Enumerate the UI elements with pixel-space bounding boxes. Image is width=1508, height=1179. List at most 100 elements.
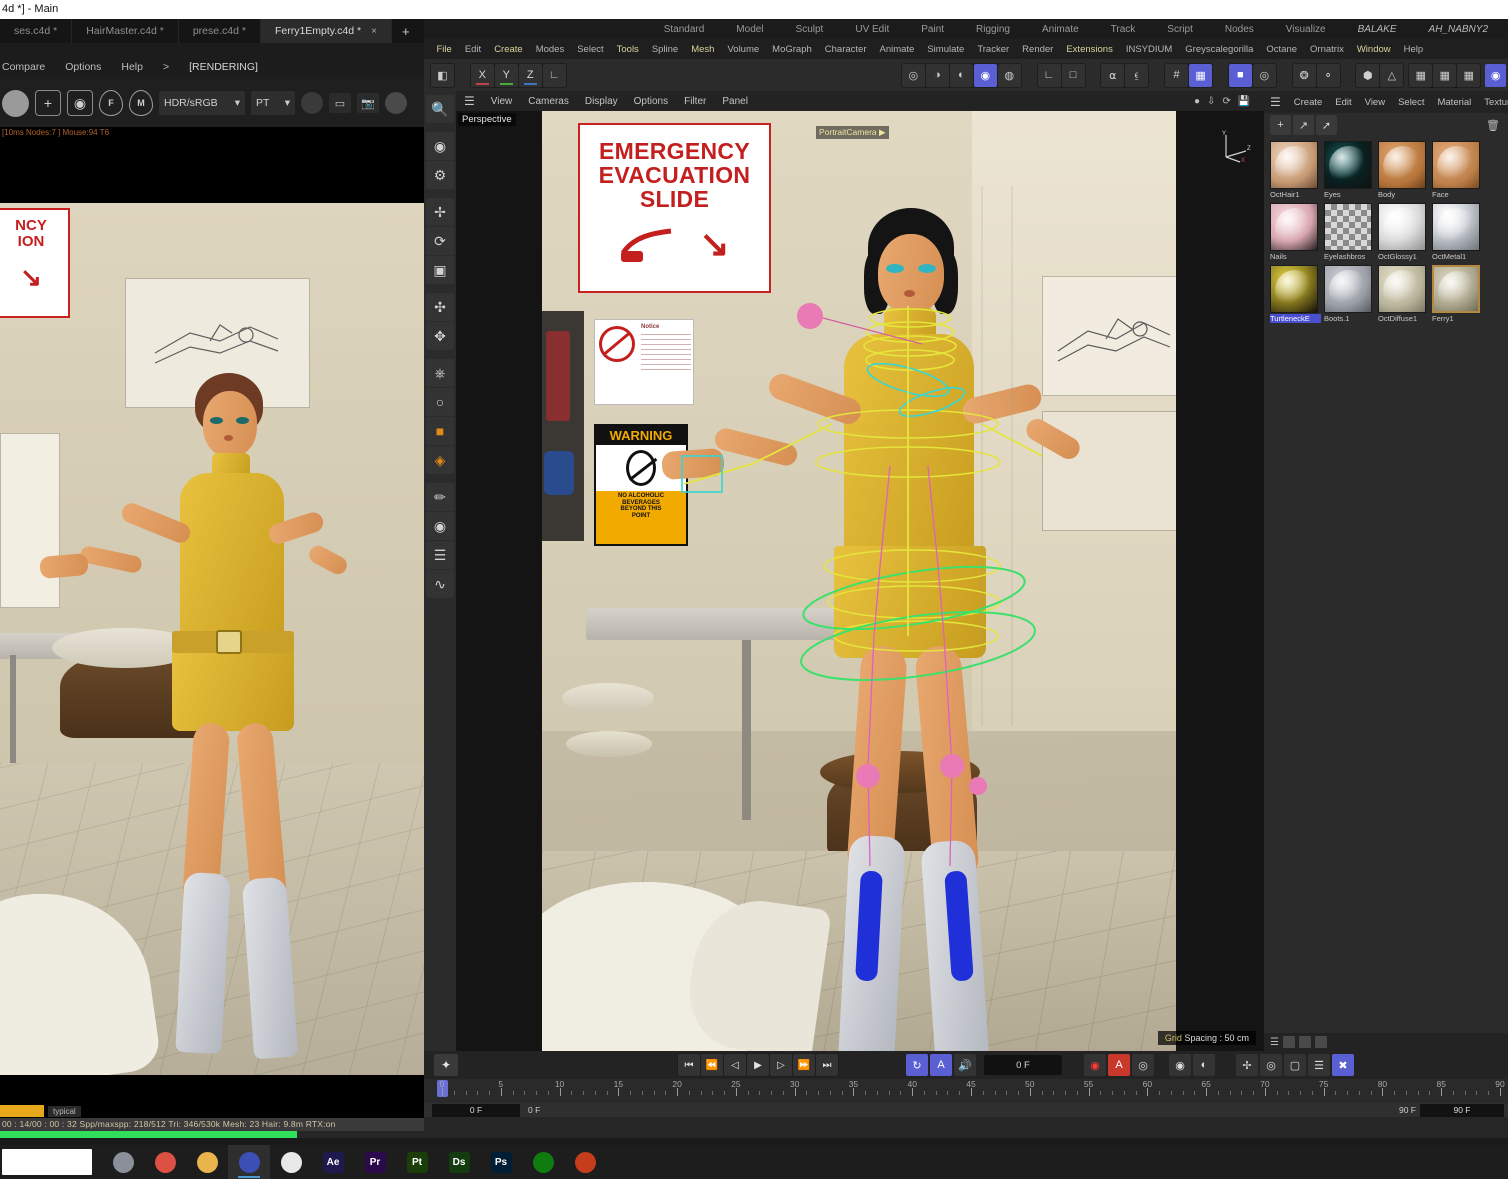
lock-y-axis-button[interactable]: Y — [494, 63, 518, 87]
hamburger-icon[interactable]: ☰ — [1270, 95, 1281, 109]
taskbar-powerpoint-icon[interactable] — [564, 1145, 606, 1179]
save-render-button[interactable]: ◉ — [67, 90, 93, 116]
menu-simulate[interactable]: Simulate — [921, 44, 971, 55]
menu-modes[interactable]: Modes — [529, 44, 571, 55]
attributes-icon[interactable]: ▦ — [1457, 63, 1481, 87]
material-item[interactable]: OctHair1 — [1270, 141, 1321, 199]
spline-pen-icon[interactable]: ⎈ — [426, 359, 454, 387]
spline-draw-icon[interactable]: ∿ — [426, 570, 454, 598]
region-render-icon[interactable] — [301, 92, 323, 114]
material-item[interactable]: OctMetal1 — [1432, 203, 1483, 261]
menu-octane[interactable]: Octane — [1260, 44, 1304, 55]
enable-axis-icon[interactable]: ∟ — [1037, 63, 1061, 87]
knife-icon[interactable]: ☰ — [426, 541, 454, 569]
colorspace-dropdown[interactable]: HDR/sRGB ▾ — [159, 91, 245, 115]
texture-axis-icon[interactable]: □ — [1061, 63, 1085, 87]
soft-selection-icon[interactable]: ✥ — [426, 322, 454, 350]
download-icon[interactable]: ⇩ — [1207, 96, 1215, 107]
delete-material-icon[interactable]: 🗑 — [1484, 116, 1502, 134]
taskbar-after-effects-icon[interactable]: Ae — [312, 1145, 354, 1179]
polygon-mode-icon[interactable]: ◐ — [949, 63, 973, 87]
kernel-dropdown[interactable]: PT ▾ — [251, 91, 295, 115]
menu-animate[interactable]: Animate — [873, 44, 921, 55]
lock-z-axis-button[interactable]: Z — [518, 63, 542, 87]
scale-tool-icon[interactable]: ▣ — [426, 256, 454, 284]
viewport-menu-panel[interactable]: Panel — [722, 96, 748, 107]
lock-resolution-icon[interactable] — [385, 92, 407, 114]
viewport-menu-filter[interactable]: Filter — [684, 96, 706, 107]
auto-keying-icon[interactable]: A — [930, 1054, 952, 1076]
close-icon[interactable]: × — [371, 26, 377, 37]
layout-tab-balake[interactable]: BALAKE — [1342, 24, 1413, 35]
material-item[interactable]: Eyes — [1324, 141, 1375, 199]
menu-mograph[interactable]: MoGraph — [766, 44, 819, 55]
model-mode-icon[interactable]: ◉ — [973, 63, 997, 87]
point-move-icon[interactable]: ✣ — [426, 293, 454, 321]
material-preview-swatch[interactable] — [1378, 203, 1426, 251]
color-swatch-orange-icon[interactable]: ■ — [426, 417, 454, 445]
menu-insydium[interactable]: INSYDIUM — [1119, 44, 1178, 55]
layout-tab-sculpt[interactable]: Sculpt — [780, 24, 840, 35]
previous-frame-button[interactable]: ◁ — [724, 1054, 746, 1076]
material-item[interactable]: Nails — [1270, 203, 1321, 261]
mm-menu-create[interactable]: Create — [1294, 97, 1323, 108]
mm-menu-view[interactable]: View — [1365, 97, 1385, 108]
render-settings-icon[interactable]: ◎ — [1252, 63, 1276, 87]
keyframe-selection-icon[interactable]: ◎ — [1132, 1054, 1154, 1076]
octane-tab-0[interactable]: ses.c4d * — [0, 19, 73, 43]
material-item[interactable]: Ferry1 — [1432, 265, 1483, 323]
material-preview-swatch[interactable] — [1270, 203, 1318, 251]
mm-menu-texture[interactable]: Texture — [1484, 97, 1508, 108]
menu-mesh[interactable]: Mesh — [685, 44, 721, 55]
refresh-icon[interactable]: ⟳ — [1222, 96, 1230, 107]
workplane-icon[interactable]: ▦ — [1189, 63, 1213, 87]
preview-end-field[interactable]: 90 F — [1420, 1103, 1504, 1117]
material-item[interactable]: Eyelashbros — [1324, 203, 1375, 261]
taskbar-painter-icon[interactable]: Pt — [396, 1145, 438, 1179]
layout-tab-standard[interactable]: Standard — [648, 24, 721, 35]
camera-icon[interactable]: 📷 — [357, 93, 379, 113]
octane-tab-2[interactable]: prese.c4d * — [179, 19, 261, 43]
array-icon[interactable]: ⚬ — [1316, 63, 1340, 87]
current-frame-field[interactable]: 0 F — [984, 1055, 1062, 1075]
taskbar-designer-icon[interactable]: Ds — [438, 1145, 480, 1179]
material-preview-swatch[interactable] — [1432, 141, 1480, 189]
viewport-menu-view[interactable]: View — [491, 96, 513, 107]
material-item[interactable]: OctDiffuse1 — [1378, 265, 1429, 323]
eyedropper-icon[interactable]: ➚ — [1316, 115, 1337, 135]
apply-material-icon[interactable]: ↗ — [1293, 115, 1314, 135]
loop-playback-icon[interactable]: ↻ — [906, 1054, 928, 1076]
taskbar-xbox-icon[interactable] — [522, 1145, 564, 1179]
material-item[interactable]: OctGlossy1 — [1378, 203, 1429, 261]
material-item[interactable]: TurtleneckE — [1270, 265, 1321, 323]
symmetry-icon[interactable]: ❂ — [1292, 63, 1316, 87]
record-active-objects-icon[interactable]: ◉ — [1084, 1054, 1106, 1076]
grid-snap-icon[interactable]: # — [1165, 63, 1189, 87]
menu-greyscalegorilla[interactable]: Greyscalegorilla — [1179, 44, 1260, 55]
sound-icon[interactable]: 🔊 — [954, 1054, 976, 1076]
menu-file[interactable]: File — [430, 44, 458, 55]
layout-tab-rigging[interactable]: Rigging — [960, 24, 1026, 35]
save-view-icon[interactable]: 💾 — [1238, 96, 1250, 107]
menu-volume[interactable]: Volume — [721, 44, 766, 55]
autokey-record-icon[interactable]: A — [1108, 1054, 1130, 1076]
taskbar-chrome-icon[interactable] — [144, 1145, 186, 1179]
material-item[interactable]: Boots.1 — [1324, 265, 1375, 323]
film-strip-icon[interactable]: ▭ — [329, 93, 351, 113]
menu-window[interactable]: Window — [1350, 44, 1397, 55]
spline-arc-icon[interactable]: ○ — [426, 388, 454, 416]
viewport-menu-options[interactable]: Options — [634, 96, 668, 107]
hamburger-icon[interactable]: ☰ — [464, 94, 475, 108]
move-key-icon[interactable]: ✢ — [1236, 1054, 1258, 1076]
layout-tab-uv-edit[interactable]: UV Edit — [839, 24, 905, 35]
octane-tab-3[interactable]: Ferry1Empty.c4d * × — [260, 19, 392, 43]
medium-icons-icon[interactable] — [1298, 1036, 1311, 1048]
move-tool-icon[interactable]: ✢ — [426, 198, 454, 226]
live-selection-tool-icon[interactable]: 🔍 — [426, 95, 454, 123]
render-preview-sphere-icon[interactable] — [2, 89, 29, 117]
previous-key-button[interactable]: ⏪ — [701, 1054, 723, 1076]
content-browser-icon[interactable]: ▦ — [1409, 63, 1433, 87]
pla-key-icon[interactable]: ☰ — [1308, 1054, 1330, 1076]
menu-ornatrix[interactable]: Ornatrix — [1304, 44, 1351, 55]
light-icon[interactable]: △ — [1380, 63, 1404, 87]
